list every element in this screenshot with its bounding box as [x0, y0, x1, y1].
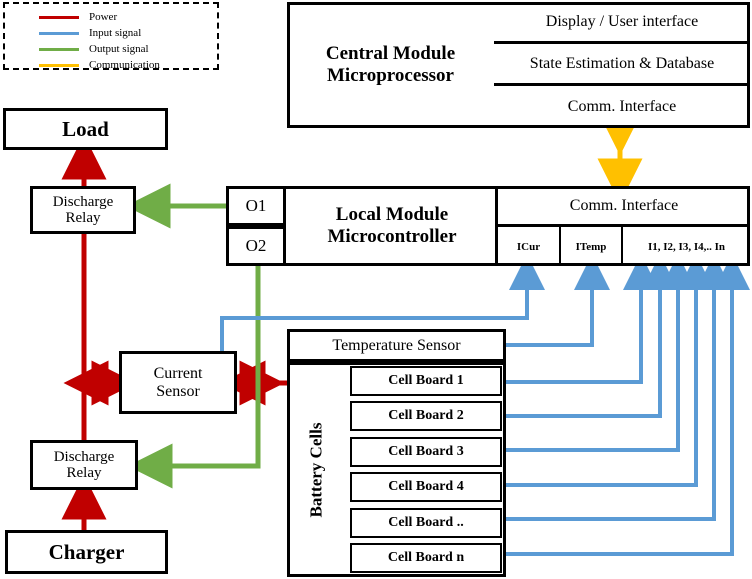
battery-cells-label: Battery Cells [287, 362, 346, 577]
central-module-title-line2: Microprocessor [327, 65, 454, 86]
discharge-relay-top-line2: Relay [65, 210, 101, 226]
legend-item-communication: Communication [39, 58, 160, 72]
input-cellboard-1-to-i1 [502, 254, 659, 384]
charger-block: Charger [5, 530, 168, 574]
legend-label-input-signal: Input signal [89, 27, 142, 39]
central-module-title-line1: Central Module [325, 43, 456, 65]
cell-board-row: Cell Board 2 [350, 401, 502, 432]
output-line-swatch-icon [39, 47, 79, 51]
cell-board-row: Cell Board n [350, 542, 502, 573]
local-input-cell-channels: I1, I2, I3, I4,.. In [621, 227, 750, 266]
cell-board-row: Cell Board 4 [350, 472, 502, 503]
local-input-itemp: ITemp [559, 227, 621, 266]
discharge-relay-bottom-block: Discharge Relay [30, 440, 138, 490]
cell-board-row: Cell Board 1 [350, 366, 502, 396]
battery-cells-label-text: Battery Cells [306, 422, 326, 517]
discharge-relay-bottom-line2: Relay [66, 465, 102, 481]
legend-label-output-signal: Output signal [89, 43, 149, 55]
legend-label-communication: Communication [89, 59, 160, 71]
input-line-swatch-icon [39, 31, 79, 35]
central-row-comm-interface: Comm. Interface [567, 98, 677, 115]
diagram-canvas: Power Input signal Output signal Communi… [0, 0, 752, 579]
legend-item-input-signal: Input signal [39, 26, 141, 40]
central-row-state-estimation-database: State Estimation & Database [494, 44, 750, 86]
local-module-title-line2: Microcontroller [327, 226, 457, 247]
legend: Power Input signal Output signal Communi… [3, 2, 219, 72]
local-module-title-line1: Local Module [335, 204, 449, 226]
load-block: Load [3, 108, 168, 150]
local-input-icur: ICur [495, 227, 559, 266]
legend-item-output-signal: Output signal [39, 42, 149, 56]
central-row-display-user-interface: Display / User interface [494, 2, 750, 44]
discharge-relay-top-block: Discharge Relay [30, 186, 136, 234]
current-sensor-line2: Sensor [156, 382, 200, 400]
local-output-o2: O2 [226, 226, 286, 266]
input-temp-sensor-to-itemp [506, 254, 610, 347]
discharge-relay-bottom-line1: Discharge [53, 448, 115, 465]
central-module-title: Central Module Microprocessor [287, 2, 494, 128]
discharge-relay-top-line1: Discharge [52, 193, 114, 210]
input-cellboard-5-to-i5 [502, 254, 732, 521]
input-cellboard-4-to-i4 [502, 254, 714, 487]
legend-label-power: Power [89, 11, 118, 23]
power-line-swatch-icon [39, 15, 79, 19]
temperature-sensor-block: Temperature Sensor [287, 329, 506, 362]
cell-board-row: Cell Board .. [350, 507, 502, 538]
legend-item-power: Power [39, 10, 117, 24]
current-sensor-block: Current Sensor [119, 351, 237, 414]
local-output-o1: O1 [226, 186, 286, 226]
communication-line-swatch-icon [39, 63, 79, 67]
cell-board-row: Cell Board 3 [350, 436, 502, 467]
local-module-title: Local Module Microcontroller [289, 186, 495, 266]
local-comm-interface: Comm. Interface [495, 188, 750, 227]
current-sensor-line1: Current [153, 365, 203, 383]
cell-board-list: Cell Board 1 Cell Board 2 Cell Board 3 C… [350, 366, 502, 573]
